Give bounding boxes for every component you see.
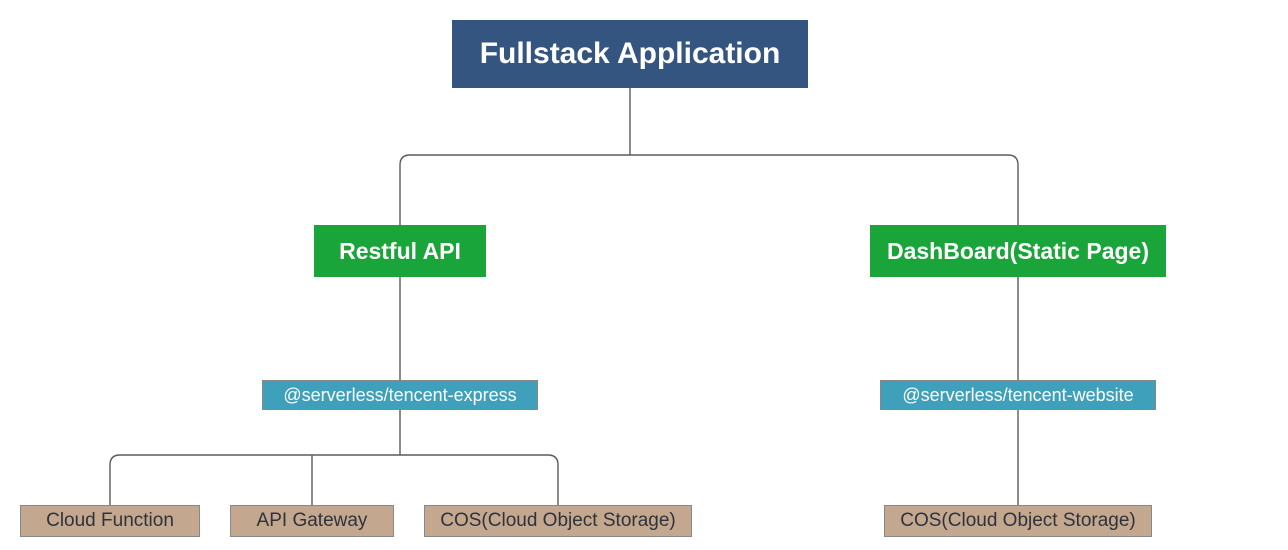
node-cos-right: COS(Cloud Object Storage) xyxy=(884,505,1152,537)
node-serverless-tencent-express: @serverless/tencent-express xyxy=(262,380,538,410)
diagram-canvas: Fullstack Application Restful API DashBo… xyxy=(0,0,1288,550)
node-cos-left: COS(Cloud Object Storage) xyxy=(424,505,692,537)
node-dashboard-static-page: DashBoard(Static Page) xyxy=(870,225,1166,277)
node-api-gateway: API Gateway xyxy=(230,505,394,537)
node-serverless-tencent-website: @serverless/tencent-website xyxy=(880,380,1156,410)
node-restful-api: Restful API xyxy=(314,225,486,277)
node-fullstack-application: Fullstack Application xyxy=(452,20,808,88)
node-cloud-function: Cloud Function xyxy=(20,505,200,537)
